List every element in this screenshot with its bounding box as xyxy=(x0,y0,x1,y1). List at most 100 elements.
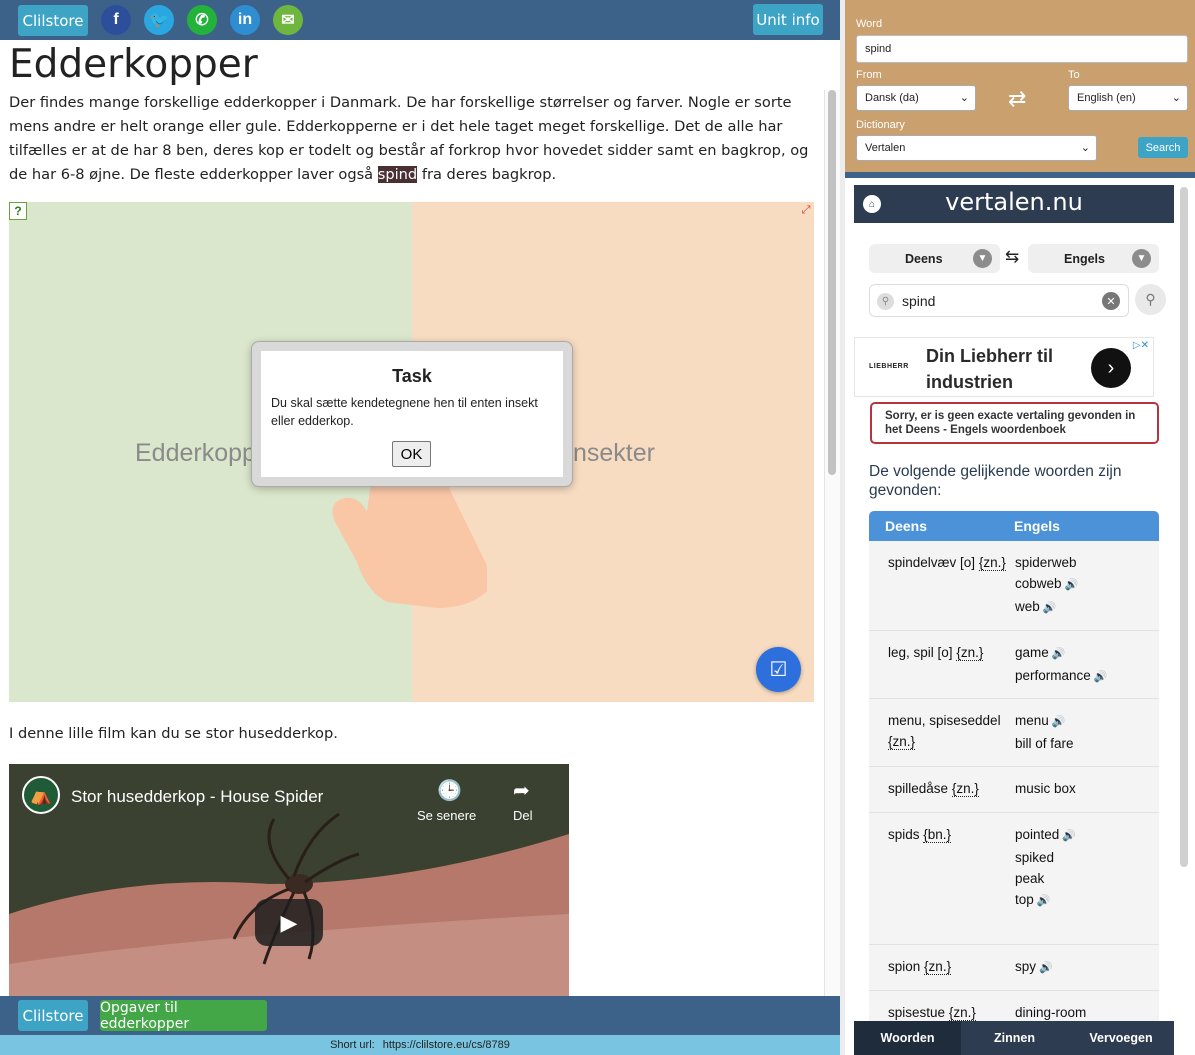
share-icon[interactable]: ➦ xyxy=(513,778,530,803)
highlighted-word[interactable]: spind xyxy=(377,166,418,183)
target-word[interactable]: spiked xyxy=(1015,850,1054,865)
facebook-icon[interactable]: f xyxy=(101,5,131,35)
clock-icon[interactable]: 🕒 xyxy=(437,778,462,803)
linkedin-icon[interactable]: in xyxy=(230,5,260,35)
from-language-select[interactable]: Dansk (da) ⌄ xyxy=(856,85,976,111)
source-word[interactable]: spids xyxy=(888,827,920,842)
source-word[interactable]: spilledåse xyxy=(888,781,948,796)
speaker-icon[interactable]: 🔊 xyxy=(1062,830,1076,842)
dictionary-value: Vertalen xyxy=(865,142,906,154)
word-class-tag: {zn.} xyxy=(924,959,952,975)
target-word[interactable]: menu xyxy=(1015,713,1049,728)
twitter-icon[interactable]: 🐦 xyxy=(144,5,174,35)
unit-info-button[interactable]: Unit info xyxy=(753,4,823,35)
source-word[interactable]: menu, spiseseddel xyxy=(888,713,1001,728)
tab-conjugate[interactable]: Vervoegen xyxy=(1068,1021,1174,1055)
clear-icon[interactable]: ✕ xyxy=(1102,292,1120,310)
video-title[interactable]: Stor husedderkop - House Spider xyxy=(71,787,323,807)
result-row[interactable]: menu, spiseseddel {zn.} menu 🔊 bill of fare xyxy=(869,699,1159,767)
word-input[interactable]: spind xyxy=(856,35,1188,63)
target-line: music box xyxy=(1015,778,1155,799)
target-word[interactable]: pointed xyxy=(1015,827,1059,842)
video-player[interactable]: ⛺ Stor husedderkop - House Spider 🕒 Se s… xyxy=(9,764,569,996)
swap-languages-icon[interactable]: ⇄ xyxy=(1008,86,1026,112)
clilstore-bottom-button[interactable]: Clilstore xyxy=(18,1000,88,1031)
dictionary-pane: Word spind From To Dansk (da) ⌄ ⇄ English… xyxy=(845,0,1195,1055)
chevron-right-icon[interactable]: › xyxy=(1091,348,1131,388)
to-language-select[interactable]: English (en) ⌄ xyxy=(1068,85,1188,111)
target-line: spiked xyxy=(1015,847,1155,868)
search-button[interactable]: Search xyxy=(1138,137,1188,158)
whatsapp-icon[interactable]: ✆ xyxy=(187,5,217,35)
source-word[interactable]: spindelvæv [o] xyxy=(888,555,975,570)
target-word[interactable]: peak xyxy=(1015,871,1044,886)
target-word[interactable]: music box xyxy=(1015,781,1076,796)
no-result-notice: Sorry, er is geen exacte vertaling gevon… xyxy=(870,402,1159,444)
advertisement[interactable]: LIEBHERR Din Liebherr til industrien › ▷… xyxy=(854,337,1154,397)
dictionary-scrollbar-thumb[interactable] xyxy=(1180,187,1188,867)
tab-sentences[interactable]: Zinnen xyxy=(961,1021,1068,1055)
check-answer-button[interactable]: ☑ xyxy=(756,647,801,692)
result-row[interactable]: spion {zn.} spy 🔊 xyxy=(869,945,1159,991)
home-icon[interactable]: ⌂ xyxy=(863,195,881,213)
ok-button[interactable]: OK xyxy=(392,441,431,467)
target-word[interactable]: web xyxy=(1015,599,1040,614)
target-line: game 🔊 xyxy=(1015,642,1155,665)
tasks-button[interactable]: Opgaver til edderkopper xyxy=(100,1000,267,1032)
target-word[interactable]: cobweb xyxy=(1015,576,1062,591)
target-line: web 🔊 xyxy=(1015,596,1155,619)
result-source: spids {bn.} xyxy=(888,824,1010,845)
speaker-icon[interactable]: 🔊 xyxy=(1043,602,1057,614)
email-icon[interactable]: ✉ xyxy=(273,5,303,35)
speaker-icon[interactable]: 🔊 xyxy=(1094,671,1108,683)
result-source: spindelvæv [o] {zn.} xyxy=(888,552,1010,573)
result-row[interactable]: spilledåse {zn.} music box xyxy=(869,767,1159,813)
ad-text[interactable]: Din Liebherr til industrien xyxy=(926,343,1106,395)
target-word[interactable]: spy xyxy=(1015,959,1036,974)
play-button[interactable]: ▶ xyxy=(255,899,323,946)
tab-words[interactable]: Woorden xyxy=(854,1021,961,1055)
speaker-icon[interactable]: 🔊 xyxy=(1052,716,1066,728)
fullscreen-icon[interactable]: ⤢ xyxy=(798,203,814,217)
swap-icon[interactable]: ⇆ xyxy=(1005,247,1019,267)
clilstore-button[interactable]: Clilstore xyxy=(18,5,88,36)
help-icon[interactable]: ? xyxy=(9,202,27,220)
ad-choices-icon[interactable]: ▷✕ xyxy=(1133,340,1149,351)
source-word[interactable]: leg, spil [o] xyxy=(888,645,953,660)
search-icon: ⚲ xyxy=(877,293,894,310)
speaker-icon[interactable]: 🔊 xyxy=(1037,895,1051,907)
short-url-value[interactable]: https://clilstore.eu/cs/8789 xyxy=(383,1039,510,1051)
result-row[interactable]: spindelvæv [o] {zn.} spiderweb cobweb 🔊 web 🔊 xyxy=(869,541,1159,631)
unit-scrollbar-thumb[interactable] xyxy=(828,90,836,475)
speaker-icon[interactable]: 🔊 xyxy=(1039,962,1053,974)
dictionary-search-input[interactable]: ⚲ spind ✕ xyxy=(869,284,1129,317)
target-line: bill of fare xyxy=(1015,733,1155,754)
from-label: From xyxy=(856,69,882,81)
target-word[interactable]: bill of fare xyxy=(1015,736,1074,751)
source-word[interactable]: spion xyxy=(888,959,920,974)
result-targets: game 🔊 performance 🔊 xyxy=(1015,642,1155,688)
column-header-target: Engels xyxy=(1014,518,1060,534)
short-url-bar: Short url: https://clilstore.eu/cs/8789 xyxy=(0,1035,840,1055)
target-line: spy 🔊 xyxy=(1015,956,1155,979)
target-word[interactable]: spiderweb xyxy=(1015,555,1077,570)
target-word[interactable]: dining-room xyxy=(1015,1005,1086,1020)
speaker-icon[interactable]: 🔊 xyxy=(1065,579,1079,591)
watch-later-label[interactable]: Se senere xyxy=(417,808,476,823)
target-language-dropdown[interactable]: Engels ▼ xyxy=(1028,244,1159,273)
unit-scrollbar[interactable] xyxy=(824,90,840,996)
target-word[interactable]: game xyxy=(1015,645,1049,660)
target-word[interactable]: top xyxy=(1015,892,1034,907)
word-class-tag: {zn.} xyxy=(978,555,1006,571)
target-word[interactable]: performance xyxy=(1015,668,1091,683)
dictionary-select[interactable]: Vertalen ⌄ xyxy=(856,135,1097,161)
channel-logo-icon[interactable]: ⛺ xyxy=(22,776,60,814)
result-row[interactable]: spids {bn.} pointed 🔊 spiked peak top 🔊 xyxy=(869,813,1159,945)
source-language-dropdown[interactable]: Deens ▼ xyxy=(869,244,1000,273)
speaker-icon[interactable]: 🔊 xyxy=(1052,648,1066,660)
source-word[interactable]: spisestue xyxy=(888,1005,945,1020)
dictionary-logo[interactable]: vertalen.nu xyxy=(854,188,1174,216)
share-label[interactable]: Del xyxy=(513,808,533,823)
search-submit-icon[interactable]: ⚲ xyxy=(1135,284,1166,315)
result-row[interactable]: leg, spil [o] {zn.} game 🔊 performance 🔊 xyxy=(869,631,1159,699)
